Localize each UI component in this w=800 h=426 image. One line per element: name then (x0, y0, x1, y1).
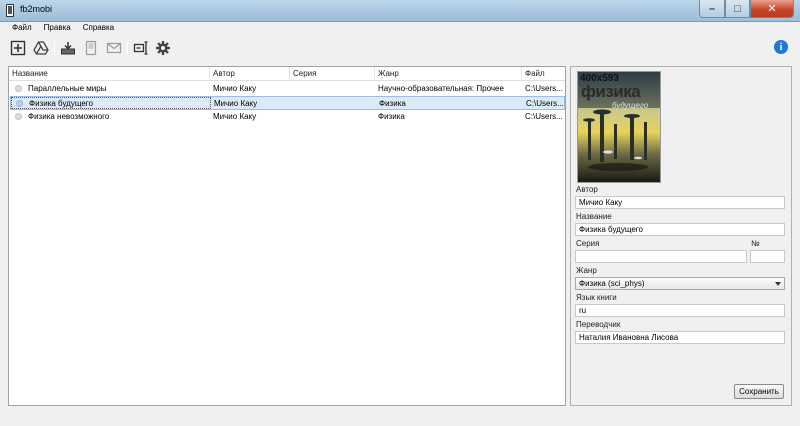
language-field[interactable]: ru (575, 304, 785, 317)
toolbar (0, 36, 800, 60)
app-icon (6, 4, 14, 17)
table-header: Название Автор Серия Жанр Файл (9, 67, 565, 81)
cell-file: C:\Users... (525, 84, 563, 93)
maximize-icon: □ (734, 2, 741, 15)
table-row[interactable]: Параллельные миры Мичио Каку Научно-обра… (10, 82, 565, 96)
title-bar: fb2mobi – □ ✕ (0, 0, 800, 22)
send-mail-button[interactable] (105, 39, 123, 57)
genre-label: Жанр (576, 266, 597, 275)
column-header-author[interactable]: Автор (213, 69, 235, 78)
cover-subtitle: будущего (612, 101, 649, 110)
book-cover-image[interactable]: 400x593 физика будущего (577, 71, 661, 183)
book-details-panel: 400x593 физика будущего Автор Мичио Каку… (570, 66, 792, 406)
series-number-label: № (751, 239, 760, 248)
series-number-field[interactable] (750, 250, 785, 263)
menu-file[interactable]: Файл (6, 22, 38, 36)
google-drive-button[interactable] (32, 39, 50, 57)
cell-author: Мичио Каку (213, 84, 257, 93)
save-button[interactable]: Сохранить (734, 384, 784, 399)
cell-title: Физика невозможного (28, 112, 110, 121)
menu-help[interactable]: Справка (77, 22, 120, 36)
column-divider[interactable] (521, 67, 522, 80)
gear-icon (156, 41, 170, 55)
genre-select[interactable]: Физика (sci_phys) (575, 277, 785, 290)
close-icon: ✕ (767, 3, 777, 15)
series-field[interactable] (575, 250, 747, 263)
convert-icon (133, 41, 148, 55)
toolbar-separator (54, 41, 55, 55)
table-row-selected[interactable]: Физика будущего Мичио Каку Физика C:\Use… (10, 96, 565, 110)
cell-genre: Физика (379, 99, 406, 108)
column-header-title[interactable]: Название (12, 69, 48, 78)
title-field[interactable]: Физика будущего (575, 223, 785, 236)
info-button[interactable]: i (774, 40, 788, 54)
download-button[interactable] (59, 39, 77, 57)
genre-select-value: Физика (sci_phys) (579, 279, 645, 288)
book-status-icon (16, 100, 23, 107)
author-label: Автор (576, 185, 598, 194)
cell-file: C:\Users... (526, 99, 564, 108)
cell-author: Мичио Каку (213, 112, 257, 121)
series-label: Серия (576, 239, 600, 248)
column-divider[interactable] (289, 67, 290, 80)
dropdown-arrow-icon (775, 282, 781, 286)
author-field[interactable]: Мичио Каку (575, 196, 785, 209)
ebook-reader-icon (85, 40, 97, 56)
download-icon (61, 42, 75, 55)
window-bottom-edge (0, 410, 800, 426)
maximize-button[interactable]: □ (725, 0, 750, 18)
translator-label: Переводчик (576, 320, 621, 329)
column-divider[interactable] (209, 67, 210, 80)
close-button[interactable]: ✕ (750, 0, 794, 18)
window-controls: – □ ✕ (699, 0, 794, 18)
translator-field[interactable]: Наталия Ивановна Лисова (575, 331, 785, 344)
settings-button[interactable] (154, 39, 172, 57)
book-status-icon (15, 85, 22, 92)
add-button[interactable] (9, 39, 27, 57)
cell-title: Параллельные миры (28, 84, 107, 93)
toolbar-separator (127, 41, 128, 55)
convert-button[interactable] (132, 39, 150, 57)
add-icon (10, 40, 26, 56)
title-label: Название (576, 212, 612, 221)
book-list-table[interactable]: Название Автор Серия Жанр Файл Параллель… (8, 66, 566, 406)
minimize-button[interactable]: – (699, 0, 725, 18)
column-divider[interactable] (374, 67, 375, 80)
minimize-icon: – (708, 2, 716, 15)
google-drive-icon (33, 41, 49, 55)
send-to-reader-button[interactable] (82, 39, 100, 57)
info-icon: i (779, 41, 783, 53)
table-row[interactable]: Физика невозможного Мичио Каку Физика C:… (10, 110, 565, 124)
column-header-file[interactable]: Файл (525, 69, 545, 78)
book-status-icon (15, 113, 22, 120)
cell-genre: Физика (378, 112, 405, 121)
column-header-genre[interactable]: Жанр (378, 69, 399, 78)
menu-bar: Файл Правка Справка (0, 22, 800, 36)
column-header-series[interactable]: Серия (293, 69, 316, 78)
menu-edit[interactable]: Правка (38, 22, 77, 36)
cell-genre: Научно-образовательная: Прочее (378, 84, 504, 93)
window-title: fb2mobi (20, 4, 53, 14)
cell-title: Физика будущего (29, 99, 93, 108)
language-label: Язык книги (576, 293, 617, 302)
cover-title: физика (581, 82, 641, 101)
mail-icon (106, 42, 122, 54)
cell-author: Мичио Каку (214, 99, 258, 108)
cell-file: C:\Users... (525, 112, 563, 121)
